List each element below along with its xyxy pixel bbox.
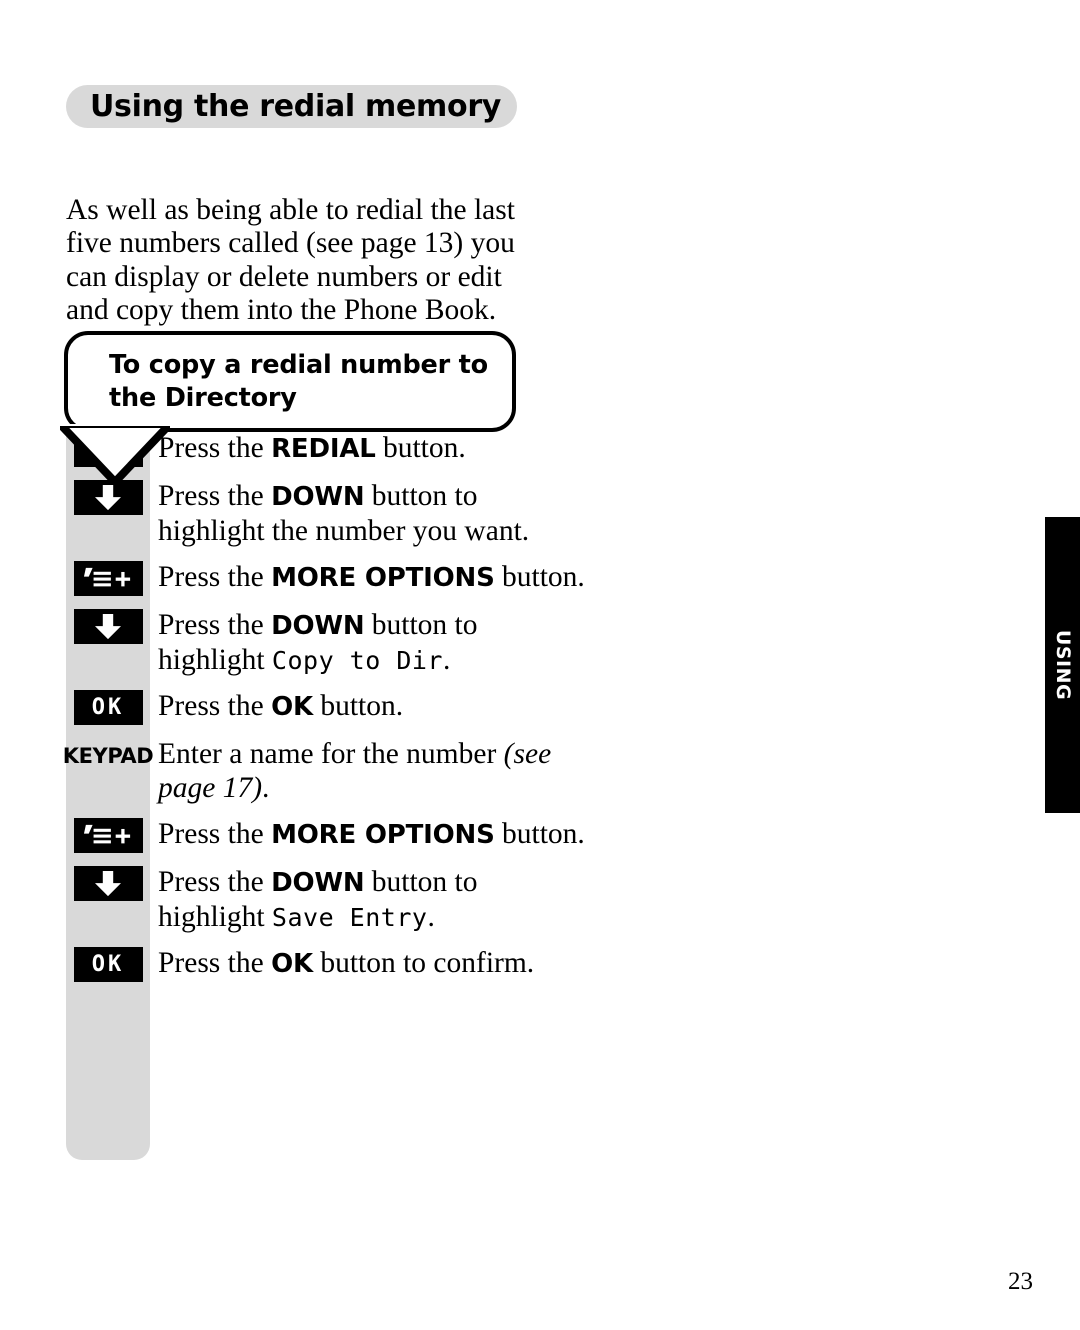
callout-box: To copy a redial number to the Directory xyxy=(64,331,516,432)
callout-title: To copy a redial number to the Directory xyxy=(109,350,488,413)
step-text: Press the OK button to confirm. xyxy=(150,947,586,982)
intro-paragraph: As well as being able to redial the last… xyxy=(66,193,515,327)
step-text: Press the MORE OPTIONS button. xyxy=(150,561,586,596)
step-text: Press the DOWN button to highlight Save … xyxy=(150,866,586,934)
step-icon-cell xyxy=(66,480,150,515)
step-text-fragment: . xyxy=(262,771,270,804)
page-title-pill: Using the redial memory xyxy=(66,85,517,128)
button-name: DOWN xyxy=(271,868,365,898)
step-text: Press the REDIAL button. xyxy=(150,432,586,467)
step-text-fragment: button. xyxy=(494,818,585,850)
button-name: MORE OPTIONS xyxy=(271,820,495,850)
step-text-fragment: Press the xyxy=(158,480,272,512)
step-icon-cell xyxy=(66,866,150,901)
down-arrow-icon xyxy=(73,866,143,901)
step-text-fragment: Press the xyxy=(158,561,272,593)
button-name: OK xyxy=(271,949,313,979)
step-icon-cell: OK xyxy=(66,947,150,982)
step-row: Press the DOWN button to highlight the n… xyxy=(66,480,586,548)
step-row: Press the MORE OPTIONS button. xyxy=(66,561,586,596)
step-icon-cell: OK xyxy=(66,690,150,725)
step-text-fragment: Press the xyxy=(158,947,272,979)
step-text: Press the DOWN button to highlight the n… xyxy=(150,480,586,548)
button-name: DOWN xyxy=(271,482,365,512)
step-text-fragment: Press the xyxy=(158,432,272,464)
steps-list: Press the REDIAL button. Press the DOWN b… xyxy=(62,432,586,995)
ok-button-icon: OK xyxy=(73,690,143,725)
step-row: OK Press the OK button to confirm. xyxy=(66,947,586,982)
button-name: OK xyxy=(271,692,313,722)
keypad-icon: KEYPAD xyxy=(62,743,154,768)
step-row: Press the DOWN button to highlight Save … xyxy=(66,866,586,934)
page-number: 23 xyxy=(1008,1268,1033,1295)
lcd-menu-text: Save Entry xyxy=(271,902,428,932)
step-text-fragment: button. xyxy=(375,432,466,464)
more-options-icon xyxy=(73,818,143,853)
step-text-fragment: button. xyxy=(494,561,585,593)
button-name: DOWN xyxy=(271,611,365,641)
step-text-fragment: button to confirm. xyxy=(312,947,535,979)
step-row: Press the DOWN button to highlight Copy … xyxy=(66,609,586,677)
step-text-fragment: Press the xyxy=(158,609,272,641)
step-icon-cell xyxy=(66,609,150,644)
down-arrow-icon xyxy=(73,609,143,644)
step-text-fragment: Press the xyxy=(158,690,272,722)
section-tab-label: USING xyxy=(1051,629,1074,701)
step-text-fragment: . xyxy=(443,643,451,676)
step-text-fragment: Press the xyxy=(158,866,272,898)
button-name: REDIAL xyxy=(271,434,376,464)
callout-tail-icon xyxy=(60,424,170,484)
page-title: Using the redial memory xyxy=(90,88,502,124)
step-icon-cell xyxy=(66,818,150,853)
step-icon-cell: KEYPAD xyxy=(62,738,154,773)
step-text: Press the OK button. xyxy=(150,690,586,725)
step-row: KEYPAD Enter a name for the number (see p… xyxy=(62,738,586,805)
down-arrow-icon xyxy=(73,480,143,515)
section-tab: USING xyxy=(1045,517,1080,813)
step-text-fragment: . xyxy=(427,900,435,933)
step-text-fragment: button. xyxy=(312,690,404,722)
step-icon-cell xyxy=(66,561,150,596)
step-text-fragment: Press the xyxy=(158,818,272,850)
button-name: MORE OPTIONS xyxy=(271,563,495,593)
more-options-icon xyxy=(73,561,143,596)
ok-button-icon: OK xyxy=(73,947,143,982)
step-text: Press the DOWN button to highlight Copy … xyxy=(150,609,586,677)
step-text: Press the MORE OPTIONS button. xyxy=(150,818,586,853)
step-text-fragment: Enter a name for the number xyxy=(158,738,504,770)
step-row: Press the MORE OPTIONS button. xyxy=(66,818,586,853)
step-row: OK Press the OK button. xyxy=(66,690,586,725)
lcd-menu-text: Copy to Dir xyxy=(271,645,443,675)
step-text: Enter a name for the number (see page 17… xyxy=(150,738,586,805)
